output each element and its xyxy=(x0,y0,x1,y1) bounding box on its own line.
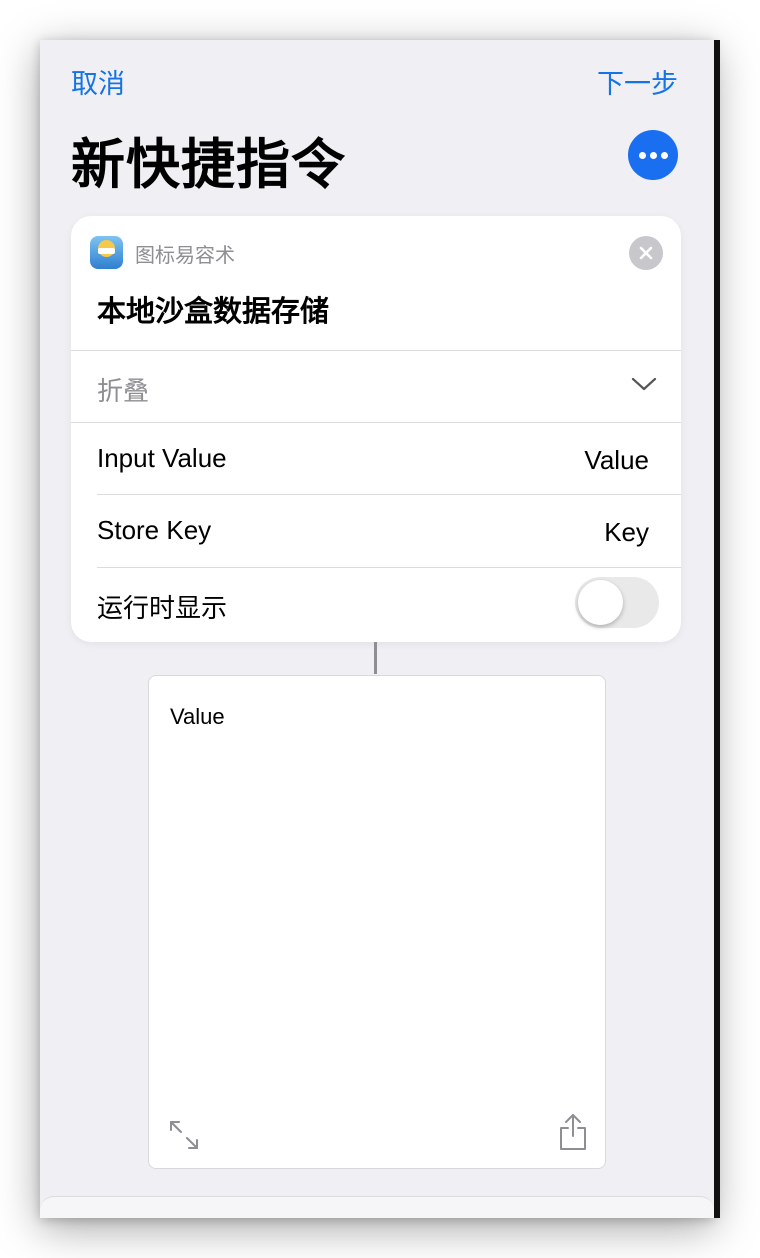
input-value-field[interactable]: Value xyxy=(584,445,649,476)
close-icon[interactable] xyxy=(629,236,663,270)
shortcut-editor-screen: 取消 下一步 新快捷指令 图标易容术 本地沙盒数据存储 折叠 Input Val… xyxy=(40,40,714,1218)
bottom-sheet[interactable] xyxy=(40,1196,714,1218)
connector-line xyxy=(374,642,377,674)
app-name: 图标易容术 xyxy=(135,245,235,267)
cancel-button[interactable]: 取消 xyxy=(71,62,125,101)
divider xyxy=(97,494,681,495)
divider xyxy=(97,567,681,568)
window-edge xyxy=(714,40,720,1218)
store-key-label: Store Key xyxy=(97,515,212,545)
expand-icon[interactable] xyxy=(167,1118,201,1152)
show-when-run-label: 运行时显示 xyxy=(97,593,228,623)
show-when-run-toggle[interactable] xyxy=(575,577,659,628)
app-icon xyxy=(90,236,123,269)
collapse-label: 折叠 xyxy=(97,376,150,406)
action-card: 图标易容术 本地沙盒数据存储 折叠 Input Value Value Stor… xyxy=(71,216,681,642)
input-value-label: Input Value xyxy=(97,443,227,473)
divider xyxy=(71,350,681,351)
more-icon[interactable] xyxy=(628,130,678,180)
chevron-down-icon xyxy=(631,377,657,391)
result-text: Value xyxy=(170,704,225,729)
page-title: 新快捷指令 xyxy=(71,135,346,195)
toggle-knob xyxy=(578,580,623,625)
next-button[interactable]: 下一步 xyxy=(597,62,678,101)
share-icon[interactable] xyxy=(557,1112,589,1152)
action-title: 本地沙盒数据存储 xyxy=(97,296,330,328)
divider xyxy=(71,422,681,423)
store-key-field[interactable]: Key xyxy=(604,517,649,548)
result-preview: Value xyxy=(148,675,606,1169)
